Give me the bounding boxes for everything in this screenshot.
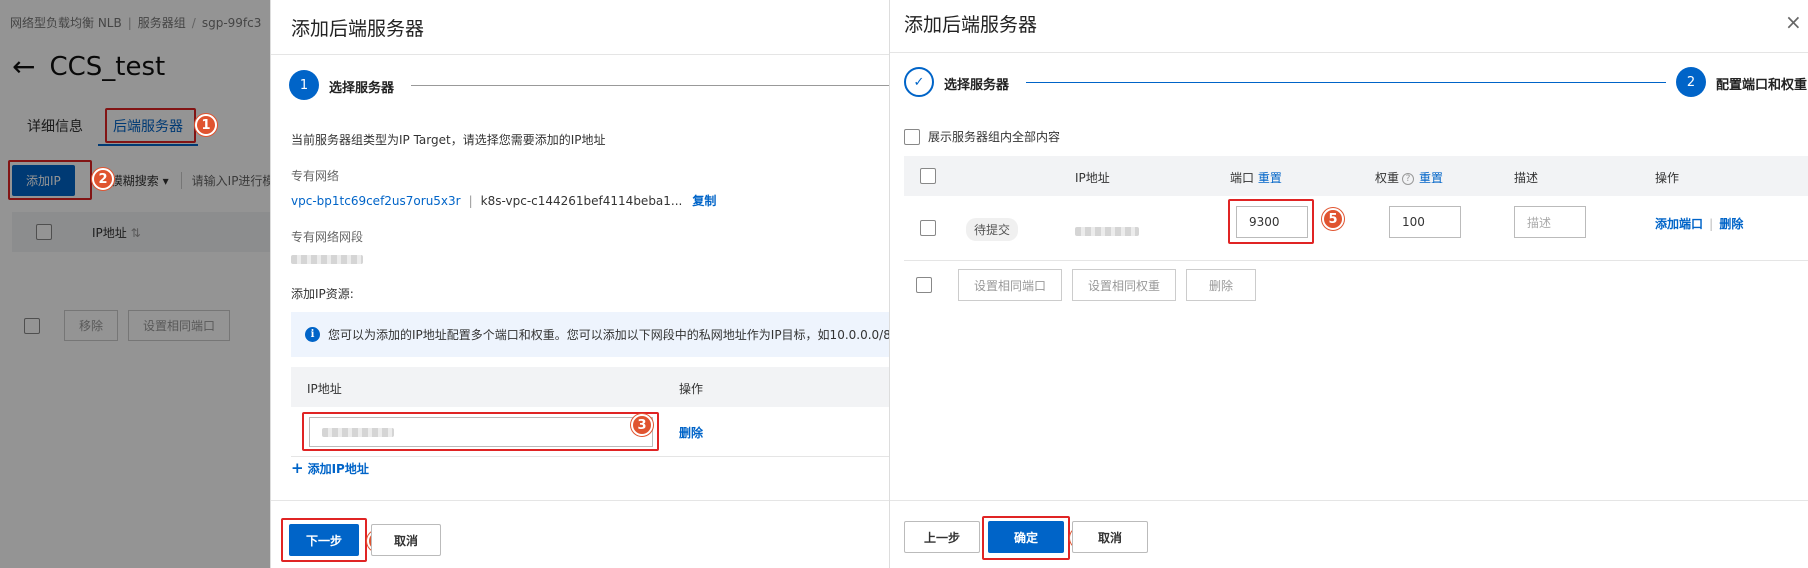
column-header-weight: 权重? 重置 — [1375, 169, 1443, 186]
previous-step-button[interactable]: 上一步 — [904, 521, 980, 553]
add-backend-server-drawer-step2: 添加后端服务器 × ✓ 选择服务器 2 配置端口和权重 展示服务器组内全部内容 … — [889, 0, 1808, 568]
set-same-port-button[interactable]: 设置相同端口 — [958, 269, 1063, 301]
set-same-weight-button[interactable]: 设置相同权重 — [1072, 269, 1177, 301]
status-badge: 待提交 — [966, 218, 1019, 241]
delete-link[interactable]: 删除 — [679, 424, 703, 441]
callout-badge-5: 5 — [1322, 208, 1344, 230]
table-row: 待提交 9300 5 100 描述 添加端口 | 删除 — [904, 196, 1808, 261]
server-group-description: 当前服务器组类型为IP Target，请选择您需要添加的IP地址 — [291, 133, 606, 147]
column-header-ops: 操作 — [1655, 171, 1680, 185]
highlight-box-ip-input — [302, 412, 659, 451]
column-header-ip: IP地址 — [1075, 171, 1110, 185]
server-table-header: IP地址 端口 重置 权重? 重置 描述 操作 — [904, 156, 1808, 196]
step-2-indicator: 2 — [1676, 67, 1706, 97]
modal-overlay — [0, 0, 270, 568]
weight-reset-link[interactable]: 重置 — [1419, 171, 1443, 185]
step-2-label: 配置端口和权重 — [1716, 78, 1808, 93]
step-1-label: 选择服务器 — [329, 81, 395, 96]
select-all-checkbox[interactable] — [920, 168, 936, 184]
divider — [890, 52, 1808, 53]
vpc-id-link[interactable]: vpc-bp1tc69cef2us7oru5x3r — [291, 194, 461, 208]
column-header-port-label: 端口 — [1230, 171, 1255, 185]
cancel-button[interactable]: 取消 — [1072, 521, 1148, 553]
row-actions: 添加端口 | 删除 — [1655, 217, 1744, 231]
add-backend-server-drawer-step1: 添加后端服务器 1 选择服务器 当前服务器组类型为IP Target，请选择您需… — [270, 0, 891, 568]
cancel-button[interactable]: 取消 — [371, 524, 441, 556]
help-icon[interactable]: ? — [1402, 172, 1415, 185]
step-connector — [411, 85, 890, 86]
step-connector — [1026, 82, 1666, 83]
callout-badge-1: 1 — [195, 114, 217, 136]
callout-badge-3: 3 — [631, 414, 653, 436]
divider — [271, 54, 890, 55]
row-checkbox[interactable] — [920, 220, 936, 236]
copy-link[interactable]: 复制 — [692, 194, 716, 208]
vpc-info: vpc-bp1tc69cef2us7oru5x3r | k8s-vpc-c14426… — [291, 194, 717, 208]
add-ip-address-link[interactable]: + 添加IP地址 — [291, 459, 369, 477]
column-header-weight-label: 权重 — [1375, 171, 1400, 185]
highlight-box-next — [281, 518, 367, 562]
show-all-toggle[interactable]: 展示服务器组内全部内容 — [904, 128, 1060, 145]
step-1-label: 选择服务器 — [944, 78, 1010, 93]
weight-input[interactable]: 100 — [1389, 206, 1461, 238]
show-all-label: 展示服务器组内全部内容 — [928, 130, 1061, 144]
show-all-checkbox[interactable] — [904, 128, 920, 145]
footer-divider — [890, 500, 1808, 501]
table-row: 删除 — [291, 407, 891, 457]
step-1-done-indicator: ✓ — [904, 67, 934, 97]
info-notice: i 您可以为添加的IP地址配置多个端口和权重。您可以添加以下网段中的私网地址作为… — [291, 312, 891, 357]
vpc-cidr-value-masked — [291, 252, 363, 267]
vpc-label: 专有网络 — [291, 169, 340, 183]
check-icon: ✓ — [913, 74, 925, 90]
column-header-port: 端口 重置 — [1230, 169, 1282, 186]
vpc-name: k8s-vpc-c144261bef4114beba1... — [480, 194, 683, 208]
close-icon[interactable]: × — [1785, 10, 1802, 34]
port-reset-link[interactable]: 重置 — [1258, 171, 1282, 185]
add-port-link[interactable]: 添加端口 — [1655, 217, 1703, 231]
column-header-ip: IP地址 — [307, 382, 342, 396]
column-header-ops: 操作 — [679, 382, 704, 396]
highlight-box-port — [1228, 199, 1314, 244]
callout-badge-2: 2 — [92, 168, 114, 190]
batch-delete-button[interactable]: 删除 — [1186, 269, 1257, 301]
description-input[interactable]: 描述 — [1514, 206, 1586, 238]
vpc-cidr-label: 专有网络网段 — [291, 230, 364, 244]
add-ip-address-label: 添加IP地址 — [307, 462, 369, 476]
drawer-title: 添加后端服务器 — [291, 18, 425, 40]
info-icon: i — [305, 327, 320, 342]
ip-table-header: IP地址 操作 — [291, 367, 891, 407]
step-1-indicator: 1 — [289, 70, 319, 100]
info-text: 您可以为添加的IP地址配置多个端口和权重。您可以添加以下网段中的私网地址作为IP… — [328, 328, 891, 342]
plus-icon: + — [291, 459, 304, 477]
drawer-title: 添加后端服务器 — [904, 14, 1038, 36]
batch-action-bar: 设置相同端口 设置相同权重 删除 — [904, 269, 1257, 301]
footer-divider — [271, 500, 890, 501]
highlight-box-confirm — [982, 516, 1070, 560]
delete-link[interactable]: 删除 — [1719, 217, 1743, 231]
add-ip-resource-label: 添加IP资源: — [291, 287, 354, 301]
batch-select-checkbox[interactable] — [916, 277, 932, 293]
ip-address-masked — [1075, 224, 1139, 238]
column-header-description: 描述 — [1514, 171, 1539, 185]
